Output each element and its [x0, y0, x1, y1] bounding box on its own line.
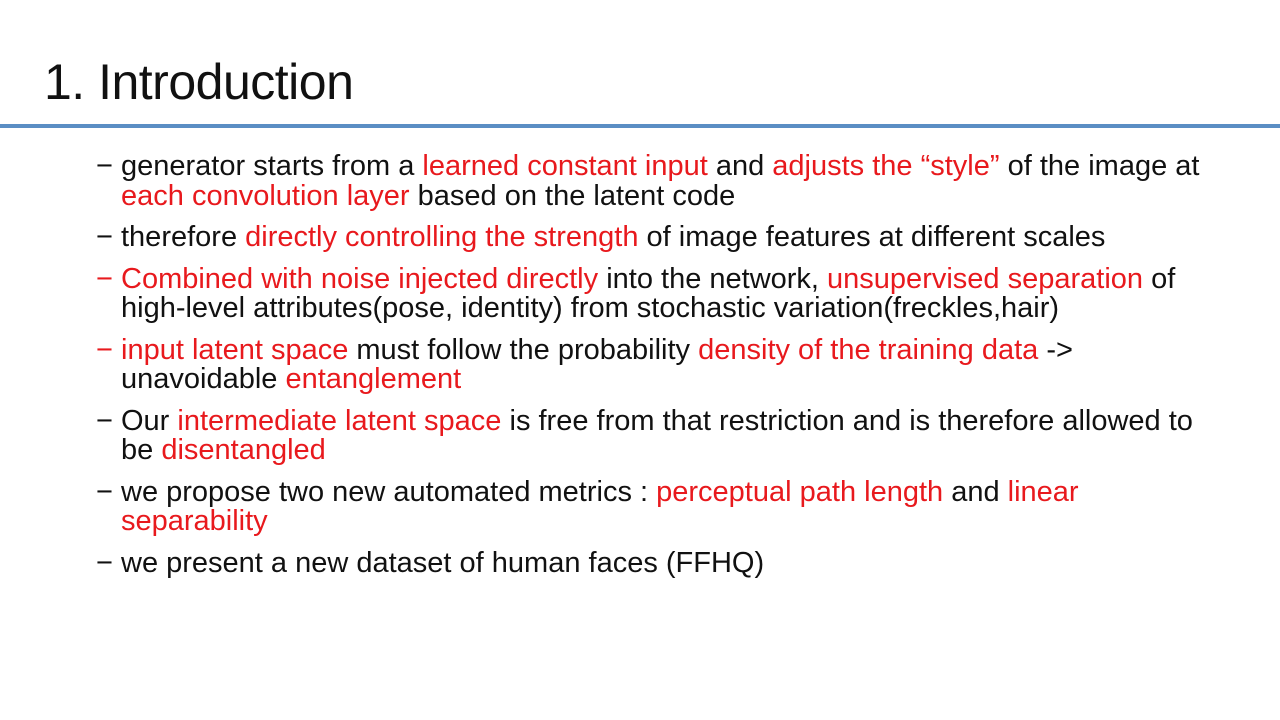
bullet-text: based on the latent code — [409, 179, 736, 212]
bullet-item: − we present a new dataset of human faces… — [96, 546, 1216, 579]
bullet-item: − therefore directly controlling the stre… — [96, 221, 1216, 253]
bullet-item: − Combined with noise injected directly i… — [96, 262, 1216, 324]
bullet-text: and — [943, 475, 1008, 508]
slide-title: 1. Introduction — [44, 54, 354, 110]
bullet-text: Our — [121, 404, 178, 437]
bullet-text: therefore — [121, 221, 246, 253]
highlighted-text: disentangled — [161, 434, 326, 466]
bullet-list: − generator starts from a learned constan… — [96, 150, 1216, 590]
bullet-dash: − — [96, 221, 113, 253]
bullet-item: − Our intermediate latent space is free f… — [96, 404, 1216, 466]
bullet-text: of the image at — [999, 150, 1200, 182]
bullet-item: − generator starts from a learned constan… — [96, 150, 1216, 212]
highlighted-text: Combined with noise injected directly — [121, 262, 599, 295]
bullet-text: and — [707, 150, 773, 182]
highlighted-text: input latent space — [121, 333, 349, 366]
highlighted-text: density of the training data — [698, 333, 1039, 366]
highlighted-text: learned constant input — [422, 150, 708, 182]
highlighted-text: entanglement — [285, 363, 462, 395]
highlighted-text: perceptual path length — [656, 475, 944, 508]
bullet-text: into the network, — [598, 262, 828, 295]
highlighted-text: unsupervised separation — [827, 262, 1144, 295]
bullet-text: we propose two new automated metrics : — [121, 475, 657, 508]
title-divider — [0, 124, 1280, 128]
bullet-text: must follow the probability — [348, 333, 699, 366]
bullet-dash: − — [96, 404, 113, 437]
bullet-dash: − — [96, 475, 113, 508]
bullet-text: of image features at different scales — [638, 221, 1106, 253]
highlighted-text: each convolution layer — [121, 179, 410, 212]
bullet-dash: − — [96, 333, 113, 366]
bullet-dash: − — [96, 150, 113, 182]
bullet-text: generator starts from a — [121, 150, 423, 182]
highlighted-text: intermediate latent space — [177, 404, 502, 437]
bullet-dash: − — [96, 262, 113, 295]
bullet-text: we present a new dataset of human faces … — [121, 546, 765, 579]
highlighted-text: directly controlling the strength — [245, 221, 639, 253]
highlighted-text: adjusts the “style” — [772, 150, 1000, 182]
bullet-item: − we propose two new automated metrics : … — [96, 475, 1216, 537]
bullet-dash: − — [96, 546, 113, 579]
bullet-item: − input latent space must follow the prob… — [96, 333, 1216, 395]
